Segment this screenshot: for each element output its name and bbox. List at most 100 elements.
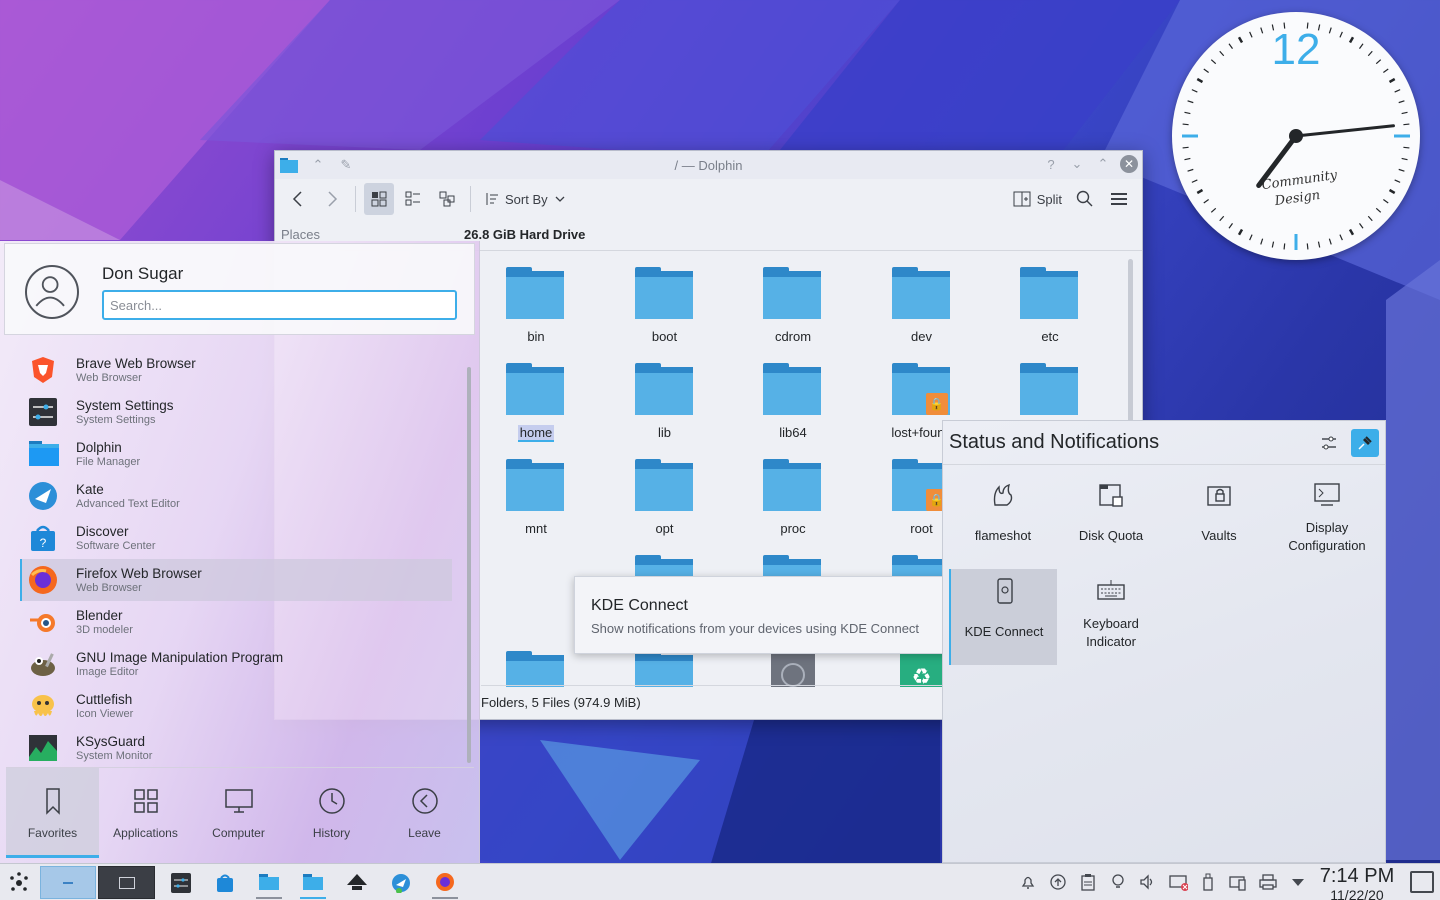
tray-expand-icon[interactable] (1288, 872, 1308, 892)
tray-item-kde-connect[interactable]: KDE Connect (949, 569, 1057, 665)
clock-tick (1182, 146, 1189, 149)
app-item-dolphin[interactable]: Dolphin File Manager (20, 433, 452, 475)
forward-button[interactable] (317, 183, 347, 215)
tray-item-flameshot[interactable]: flameshot (949, 473, 1057, 569)
digital-clock[interactable]: 7:14 PM 11/22/20 (1312, 864, 1402, 900)
app-item-ksysguard[interactable]: KSysGuard System Monitor (20, 727, 452, 769)
folder-item[interactable]: dev (867, 251, 977, 347)
folder-item[interactable]: opt (610, 443, 720, 539)
tray-pin-button[interactable] (1351, 429, 1379, 457)
compact-view-button[interactable] (398, 183, 428, 215)
kde-connect-tray-icon[interactable] (1228, 872, 1248, 892)
chevron-down-icon (555, 196, 565, 202)
tray-item-vaults[interactable]: Vaults (1165, 473, 1273, 569)
folder-item[interactable]: lib64 (738, 347, 848, 443)
tab-favorites[interactable]: Favorites (6, 768, 99, 858)
task-dolphin[interactable] (256, 866, 282, 899)
task-dolphin-active[interactable] (300, 866, 326, 899)
search-button[interactable] (1070, 183, 1100, 215)
app-item-kate[interactable]: Kate Advanced Text Editor (20, 475, 452, 517)
dolphin-titlebar[interactable]: ⌃ ✎ / — Dolphin ? ⌄ ⌃ ✕ (275, 151, 1142, 179)
clipboard-icon[interactable] (1078, 872, 1098, 892)
tray-item-label: Disk Quota (1078, 528, 1144, 543)
folder-name: opt (655, 521, 674, 536)
application-launcher-button[interactable] (4, 866, 34, 899)
folder-icon (634, 267, 693, 319)
volume-icon[interactable] (1138, 872, 1158, 892)
file-scrollbar[interactable] (1128, 259, 1133, 434)
task-kate[interactable] (388, 866, 414, 899)
icons-view-button[interactable] (364, 183, 394, 215)
keep-above-icon[interactable]: ⌃ (309, 156, 327, 174)
launcher-tab-bar: Favorites Applications Computer History Leav… (6, 767, 474, 858)
tab-leave[interactable]: Leave (378, 768, 471, 858)
tab-applications[interactable]: Applications (99, 768, 192, 858)
show-desktop-button[interactable] (1410, 871, 1434, 893)
pager-desktop-2[interactable] (98, 866, 155, 899)
close-icon[interactable]: ✕ (1120, 155, 1138, 173)
task-firefox[interactable] (432, 866, 458, 899)
app-item-cuttlefish[interactable]: Cuttlefish Icon Viewer (20, 685, 452, 727)
analog-clock-widget[interactable]: 12 Community Design (1172, 12, 1420, 260)
details-view-button[interactable] (432, 183, 462, 215)
app-item-brave-web-browser[interactable]: Brave Web Browser Web Browser (20, 349, 452, 391)
tray-item-label: flameshot (974, 528, 1032, 543)
kate-icon (392, 873, 410, 893)
search-input[interactable] (102, 290, 457, 320)
pin-icon[interactable]: ✎ (337, 156, 355, 174)
pager-desktop-1[interactable] (40, 866, 96, 899)
firefox-icon (436, 872, 454, 891)
clock-tick (1237, 228, 1244, 236)
forward-icon (328, 191, 338, 207)
user-avatar[interactable] (25, 265, 79, 319)
clock-tick (1187, 168, 1194, 172)
folder-item[interactable]: cdrom (738, 251, 848, 347)
clock-date: 11/22/20 (1330, 887, 1384, 900)
tray-item-display-configuration[interactable]: Display Configuration (1273, 473, 1381, 569)
printer-icon[interactable] (1258, 872, 1278, 892)
app-item-blender[interactable]: Blender 3D modeler (20, 601, 452, 643)
app-name: Blender (76, 608, 123, 623)
folder-item[interactable]: lib (610, 347, 720, 443)
app-item-gnu-image-manipulation-program[interactable]: GNU Image Manipulation Program Image Edit… (20, 643, 452, 685)
folder-item[interactable]: boot (610, 251, 720, 347)
tray-settings-button[interactable] (1315, 429, 1343, 457)
network-disconnected-icon[interactable] (1168, 872, 1188, 892)
folder-item[interactable]: etc (995, 251, 1105, 347)
bulb-icon[interactable] (1108, 872, 1128, 892)
app-item-system-settings[interactable]: System Settings System Settings (20, 391, 452, 433)
cuttlefish-icon (28, 691, 58, 721)
maximize-icon[interactable]: ⌃ (1094, 155, 1112, 173)
folder-item[interactable]: bin (481, 251, 591, 347)
folder-name: etc (1041, 329, 1059, 344)
app-item-firefox-web-browser[interactable]: Firefox Web Browser Web Browser (20, 559, 452, 601)
current-location[interactable]: 26.8 GiB Hard Drive (440, 227, 585, 242)
tray-item-disk-quota[interactable]: Disk Quota (1057, 473, 1165, 569)
folder-item[interactable]: mnt (481, 443, 591, 539)
svg-text:?: ? (40, 536, 47, 550)
folder-icon (634, 459, 693, 511)
favorites-scrollbar[interactable] (467, 367, 471, 763)
updates-icon[interactable] (1048, 872, 1068, 892)
split-button[interactable]: Split (1009, 183, 1066, 215)
app-item-discover[interactable]: ? Discover Software Center (20, 517, 452, 559)
folder-item[interactable]: proc (738, 443, 848, 539)
usb-device-icon[interactable] (1198, 872, 1218, 892)
task-inkscape[interactable] (344, 866, 370, 899)
notifications-icon[interactable] (1018, 872, 1038, 892)
tab-history[interactable]: History (285, 768, 378, 858)
tray-item-keyboard-indicator[interactable]: Keyboard Indicator (1057, 569, 1165, 665)
sort-by-button[interactable]: Sort By (479, 183, 570, 215)
display-icon (1313, 481, 1341, 509)
task-discover[interactable] (212, 866, 238, 899)
clock-twelve-label: 12 (1272, 25, 1321, 74)
minimize-icon[interactable]: ⌄ (1068, 155, 1086, 173)
menu-button[interactable] (1104, 183, 1134, 215)
tooltip-description: Show notifications from your devices usi… (591, 621, 920, 636)
back-button[interactable] (283, 183, 313, 215)
tab-computer[interactable]: Computer (192, 768, 285, 858)
help-icon[interactable]: ? (1042, 155, 1060, 173)
task-system-settings[interactable] (168, 866, 194, 899)
tab-label: Applications (113, 826, 178, 840)
folder-item[interactable]: home (481, 347, 591, 443)
